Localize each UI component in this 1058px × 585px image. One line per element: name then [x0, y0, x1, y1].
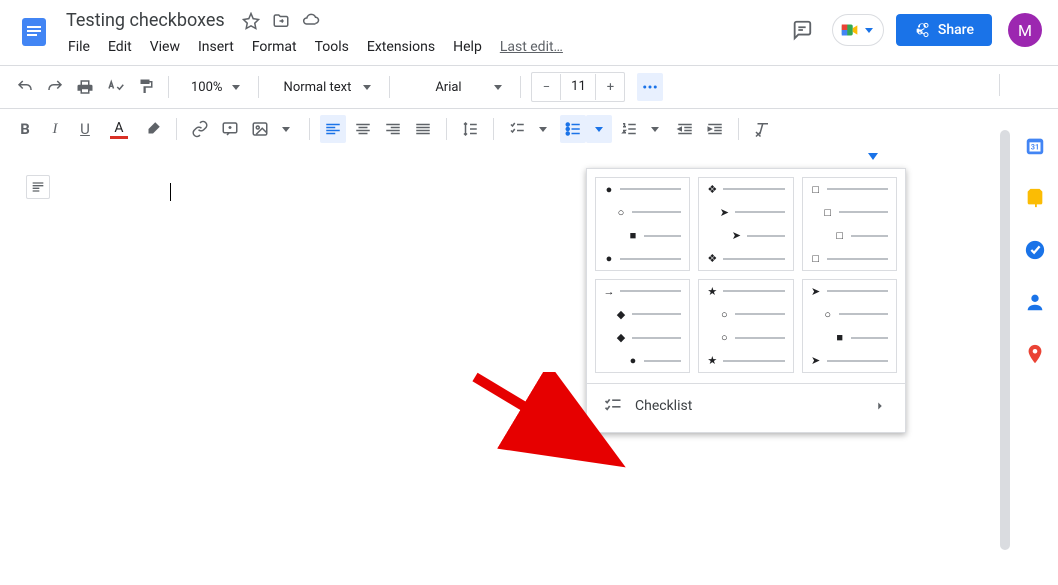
meet-button[interactable] — [832, 14, 884, 46]
menu-view[interactable]: View — [142, 35, 188, 59]
clear-formatting-button[interactable] — [749, 115, 775, 143]
bullet-option-arrowhead[interactable]: ➤ ○ ■ ➤ — [802, 279, 897, 373]
ruler-indent-marker[interactable] — [868, 153, 878, 160]
bullet-option-arrow[interactable]: → ◆ ◆ ● — [595, 279, 690, 373]
more-toolbar-button[interactable] — [637, 73, 663, 101]
font-size-increase[interactable]: + — [596, 73, 624, 101]
text-color-button[interactable]: A — [102, 115, 136, 143]
insert-image-dropdown[interactable] — [273, 115, 299, 143]
document-title[interactable]: Testing checkboxes — [60, 8, 231, 33]
menu-extensions[interactable]: Extensions — [359, 35, 443, 59]
italic-button[interactable]: I — [42, 115, 68, 143]
menu-format[interactable]: Format — [244, 35, 305, 59]
paragraph-style-value: Normal text — [277, 73, 357, 101]
bold-button[interactable]: B — [12, 115, 38, 143]
share-button-label: Share — [938, 22, 974, 38]
share-button[interactable]: Share — [896, 14, 992, 46]
increase-indent-button[interactable] — [702, 115, 728, 143]
menu-edit[interactable]: Edit — [100, 35, 140, 59]
paint-format-button[interactable] — [132, 73, 158, 101]
scrollbar-thumb[interactable] — [1000, 130, 1010, 550]
font-value: Arial — [408, 73, 488, 101]
font-size-decrease[interactable]: − — [532, 73, 560, 101]
maps-side-icon[interactable] — [1021, 340, 1049, 368]
font-dropdown[interactable]: Arial — [400, 73, 510, 101]
checklist-menu-item[interactable]: Checklist — [595, 384, 897, 424]
underline-button[interactable]: U — [72, 115, 98, 143]
last-edit-link[interactable]: Last edit… — [492, 35, 571, 59]
paragraph-style-dropdown[interactable]: Normal text — [269, 73, 379, 101]
menu-file[interactable]: File — [60, 35, 98, 59]
decrease-indent-button[interactable] — [672, 115, 698, 143]
numbered-list-button[interactable] — [616, 115, 642, 143]
svg-text:31: 31 — [1031, 143, 1039, 152]
bullet-option-disc[interactable]: ● ○ ■ ● — [595, 177, 690, 271]
side-panel: 31 — [1012, 120, 1058, 368]
move-folder-icon[interactable] — [271, 11, 291, 31]
align-left-button[interactable] — [320, 115, 346, 143]
text-cursor — [170, 183, 171, 201]
bulleted-list-panel: ● ○ ■ ● ❖ ➤ ➤ ❖ □ □ □ □ → ◆ ◆ ● ★ ○ ○ ★ — [586, 168, 906, 433]
insert-comment-button[interactable] — [217, 115, 243, 143]
align-center-button[interactable] — [350, 115, 376, 143]
font-size-group: − 11 + — [531, 72, 625, 102]
highlight-button[interactable] — [140, 115, 166, 143]
zoom-value: 100% — [187, 73, 226, 101]
bulleted-list-dropdown[interactable] — [586, 115, 612, 143]
docs-app-icon[interactable] — [16, 8, 52, 56]
menu-help[interactable]: Help — [445, 35, 490, 59]
redo-button[interactable] — [42, 73, 68, 101]
menu-insert[interactable]: Insert — [190, 35, 242, 59]
checklist-icon — [603, 396, 623, 416]
bullet-option-diamond[interactable]: ❖ ➤ ➤ ❖ — [698, 177, 793, 271]
align-justify-button[interactable] — [410, 115, 436, 143]
tasks-side-icon[interactable] — [1021, 236, 1049, 264]
zoom-dropdown[interactable]: 100% — [179, 73, 248, 101]
contacts-side-icon[interactable] — [1021, 288, 1049, 316]
checklist-button[interactable] — [504, 115, 530, 143]
spellcheck-button[interactable] — [102, 73, 128, 101]
checklist-label: Checklist — [635, 398, 692, 414]
chevron-right-icon — [873, 399, 887, 413]
vertical-scrollbar[interactable] — [998, 130, 1012, 575]
line-spacing-button[interactable] — [457, 115, 483, 143]
numbered-list-dropdown[interactable] — [642, 115, 668, 143]
bullet-option-star[interactable]: ★ ○ ○ ★ — [698, 279, 793, 373]
align-right-button[interactable] — [380, 115, 406, 143]
menu-tools[interactable]: Tools — [307, 35, 357, 59]
undo-button[interactable] — [12, 73, 38, 101]
cloud-status-icon[interactable] — [301, 11, 321, 31]
insert-link-button[interactable] — [187, 115, 213, 143]
bullet-option-square[interactable]: □ □ □ □ — [802, 177, 897, 271]
calendar-side-icon[interactable]: 31 — [1021, 132, 1049, 160]
insert-image-button[interactable] — [247, 115, 273, 143]
star-icon[interactable] — [241, 11, 261, 31]
comments-history-icon[interactable] — [784, 12, 820, 48]
account-avatar[interactable]: M — [1008, 13, 1042, 47]
keep-side-icon[interactable] — [1021, 184, 1049, 212]
checklist-dropdown[interactable] — [530, 115, 556, 143]
font-size-value[interactable]: 11 — [560, 74, 596, 100]
print-button[interactable] — [72, 73, 98, 101]
bulleted-list-button[interactable] — [560, 115, 586, 143]
